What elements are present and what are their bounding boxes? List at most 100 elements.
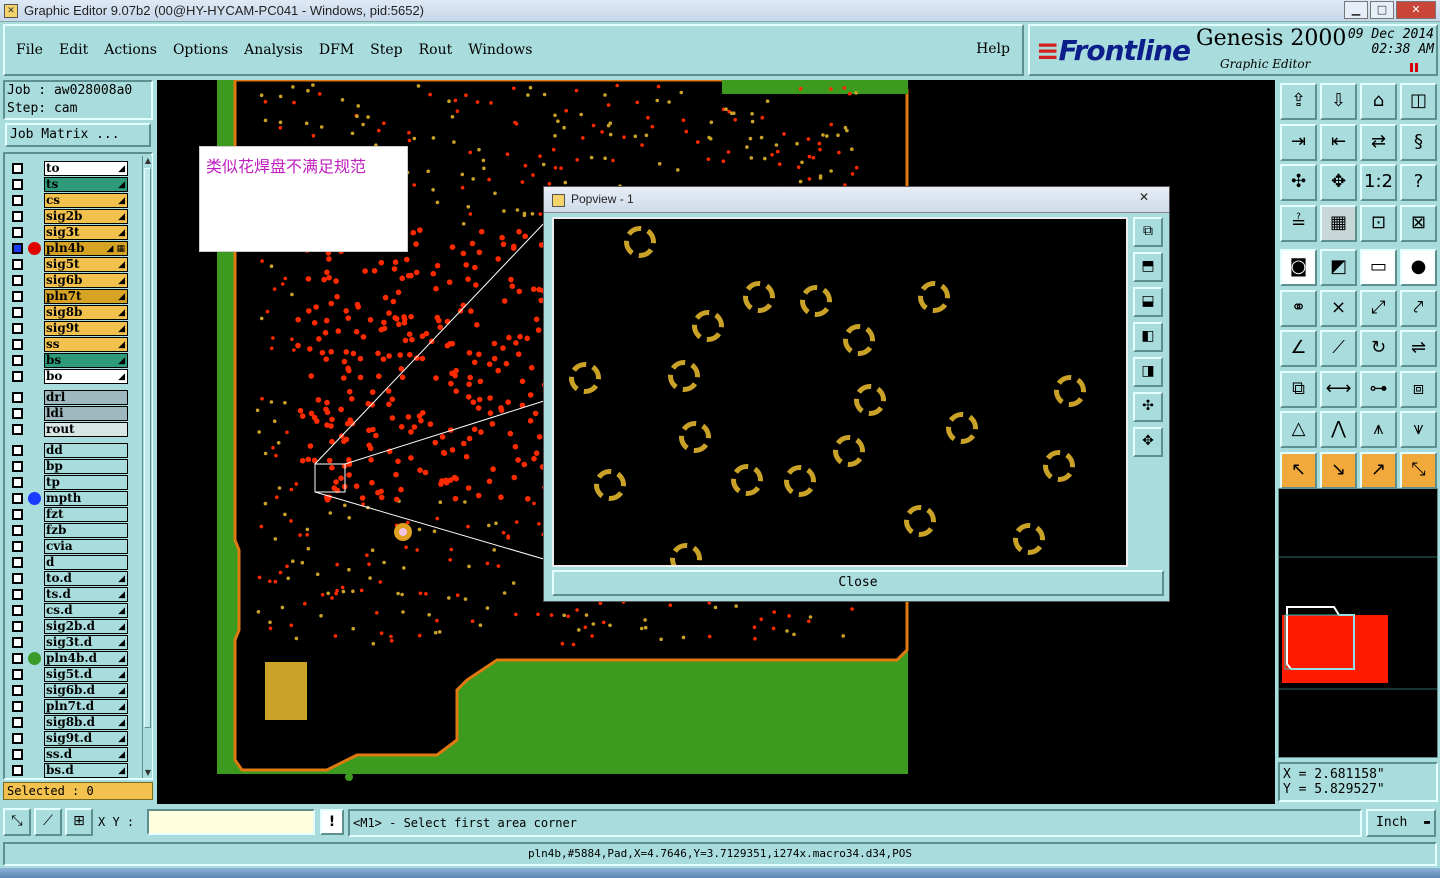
layer-checkbox[interactable]	[12, 637, 23, 648]
edge-icon[interactable]: ⩚	[1360, 411, 1397, 448]
zoom-right-icon[interactable]: ⇤	[1320, 123, 1357, 161]
layer-row-sig9t-d[interactable]: sig9t.d ◢	[9, 731, 129, 746]
layer-checkbox[interactable]	[12, 195, 23, 206]
layer-checkbox[interactable]	[12, 733, 23, 744]
layer-row-cs[interactable]: cs ◢	[9, 193, 129, 208]
windows-icon[interactable]: ◫	[1400, 83, 1437, 120]
layer-row-sig2b[interactable]: sig2b ◢	[9, 209, 129, 224]
grid-toggle-icon[interactable]: ▦	[1320, 204, 1357, 242]
delete-icon[interactable]: ⨯	[1320, 289, 1357, 327]
ruler-icon[interactable]: ▭	[1360, 249, 1397, 286]
layer-row-rout[interactable]: rout	[9, 422, 129, 437]
layer-name[interactable]: sig5t.d ◢	[44, 667, 128, 682]
select-box-icon[interactable]: ↘	[1320, 451, 1357, 489]
popview-canvas[interactable]	[552, 217, 1128, 575]
dot-icon[interactable]: ●	[1400, 249, 1437, 286]
layer-diff-icon[interactable]: ⊠	[1400, 204, 1437, 242]
layer-row-sig9t[interactable]: sig9t ◢	[9, 321, 129, 336]
layer-row-ldi[interactable]: ldi	[9, 406, 129, 421]
layer-checkbox[interactable]	[12, 573, 23, 584]
layer-row-pln4b-d[interactable]: pln4b.d ◢	[9, 651, 129, 666]
layer-name[interactable]: ldi	[44, 406, 128, 421]
pad-icon[interactable]: ◙	[1280, 249, 1317, 286]
layer-row-sig3t[interactable]: sig3t ◢	[9, 225, 129, 240]
menu-analysis[interactable]: Analysis	[244, 42, 303, 58]
layer-name[interactable]: sig5t ◢	[44, 257, 128, 272]
resize-icon[interactable]: ⧉	[1280, 370, 1317, 408]
save-icon[interactable]: ⇩	[1320, 83, 1357, 120]
layer-row-pln7t[interactable]: pln7t ◢	[9, 289, 129, 304]
join-icon[interactable]: ⊶	[1360, 370, 1397, 408]
menu-rout[interactable]: Rout	[419, 42, 453, 58]
layer-name[interactable]: sig9t ◢	[44, 321, 128, 336]
scroll-thumb[interactable]	[144, 168, 151, 728]
popview-zoom-in-icon[interactable]: ✣	[1133, 392, 1163, 422]
layer-name[interactable]: ss ◢	[44, 337, 128, 352]
layer-row-fzb[interactable]: fzb	[9, 523, 129, 538]
menu-options[interactable]: Options	[173, 42, 228, 58]
layer-row-bs-d[interactable]: bs.d ◢	[9, 763, 129, 778]
layer-checkbox[interactable]	[12, 509, 23, 520]
layer-checkbox[interactable]	[12, 355, 23, 366]
popview-pan-down-icon[interactable]: ⬓	[1133, 287, 1163, 317]
board-minimap[interactable]	[1278, 488, 1438, 758]
menu-actions[interactable]: Actions	[104, 42, 157, 58]
layer-row-tp[interactable]: tp	[9, 475, 129, 490]
menu-windows[interactable]: Windows	[468, 42, 532, 58]
menu-file[interactable]: File	[16, 42, 43, 58]
layer-checkbox[interactable]	[12, 461, 23, 472]
menu-step[interactable]: Step	[370, 42, 402, 58]
layer-checkbox[interactable]	[12, 339, 23, 350]
layer-name[interactable]: sig8b.d ◢	[44, 715, 128, 730]
zoom-fit-icon[interactable]: ✣	[1280, 164, 1317, 201]
layer-name[interactable]: sig8b ◢	[44, 305, 128, 320]
stretch-icon[interactable]: ⟷	[1320, 370, 1357, 408]
layer-name[interactable]: pln4b.d ◢	[44, 651, 128, 666]
pause-icon[interactable]	[1410, 63, 1418, 72]
layer-name[interactable]: sig9t.d ◢	[44, 731, 128, 746]
layer-checkbox[interactable]	[12, 445, 23, 456]
layer-checkbox[interactable]	[12, 275, 23, 286]
layer-checkbox[interactable]	[12, 605, 23, 616]
scroll-down-icon[interactable]: ▼	[143, 768, 153, 778]
layer-name[interactable]: ss.d ◢	[44, 747, 128, 762]
popview-zoom-out-icon[interactable]: ✥	[1133, 427, 1163, 457]
layer-checkbox[interactable]	[12, 163, 23, 174]
menu-dfm[interactable]: DFM	[319, 42, 354, 58]
contour-icon[interactable]: ⩛	[1400, 411, 1437, 448]
layer-row-bp[interactable]: bp	[9, 459, 129, 474]
layer-row-sig6b[interactable]: sig6b ◢	[9, 273, 129, 288]
layer-compare-icon[interactable]: ⊡	[1360, 204, 1397, 242]
select-pointer-icon[interactable]: ↖	[1280, 451, 1317, 489]
layer-row-ss-d[interactable]: ss.d ◢	[9, 747, 129, 762]
layer-checkbox[interactable]	[12, 291, 23, 302]
layer-row-sig8b[interactable]: sig8b ◢	[9, 305, 129, 320]
layer-name[interactable]: bo ◢	[44, 369, 128, 384]
layer-name[interactable]: bs.d ◢	[44, 763, 128, 778]
layer-row-sig6b-d[interactable]: sig6b.d ◢	[9, 683, 129, 698]
arc-icon[interactable]: ⋀	[1320, 411, 1357, 448]
layer-row-cs-d[interactable]: cs.d ◢	[9, 603, 129, 618]
layer-row-ss[interactable]: ss ◢	[9, 337, 129, 352]
zoom-left-icon[interactable]: ⇥	[1280, 123, 1317, 161]
filter-icon[interactable]: ≟	[1280, 204, 1317, 242]
layer-checkbox[interactable]	[12, 179, 23, 190]
popview-pan-up-icon[interactable]: ⬒	[1133, 252, 1163, 282]
popview-zoom-fit-icon[interactable]: ⧉	[1133, 217, 1163, 247]
layer-row-to-d[interactable]: to.d ◢	[9, 571, 129, 586]
layer-row-sig5t-d[interactable]: sig5t.d ◢	[9, 667, 129, 682]
layer-checkbox[interactable]	[12, 371, 23, 382]
layer-name[interactable]: cvia	[44, 539, 128, 554]
line-icon[interactable]: ⟋	[1320, 330, 1357, 367]
polygon-icon[interactable]: △	[1280, 411, 1317, 448]
snap-icon[interactable]: ⤡	[3, 808, 31, 836]
select-polygon-icon[interactable]: ↗	[1360, 451, 1397, 489]
layer-row-pln7t-d[interactable]: pln7t.d ◢	[9, 699, 129, 714]
popview-pan-left-icon[interactable]: ◧	[1133, 322, 1163, 352]
layer-row-to[interactable]: to ◢	[9, 161, 129, 176]
layer-checkbox[interactable]	[12, 621, 23, 632]
layer-name[interactable]: pln7t ◢	[44, 289, 128, 304]
layer-checkbox[interactable]	[12, 765, 23, 776]
layer-row-sig2b-d[interactable]: sig2b.d ◢	[9, 619, 129, 634]
layer-name[interactable]: mpth	[44, 491, 128, 506]
